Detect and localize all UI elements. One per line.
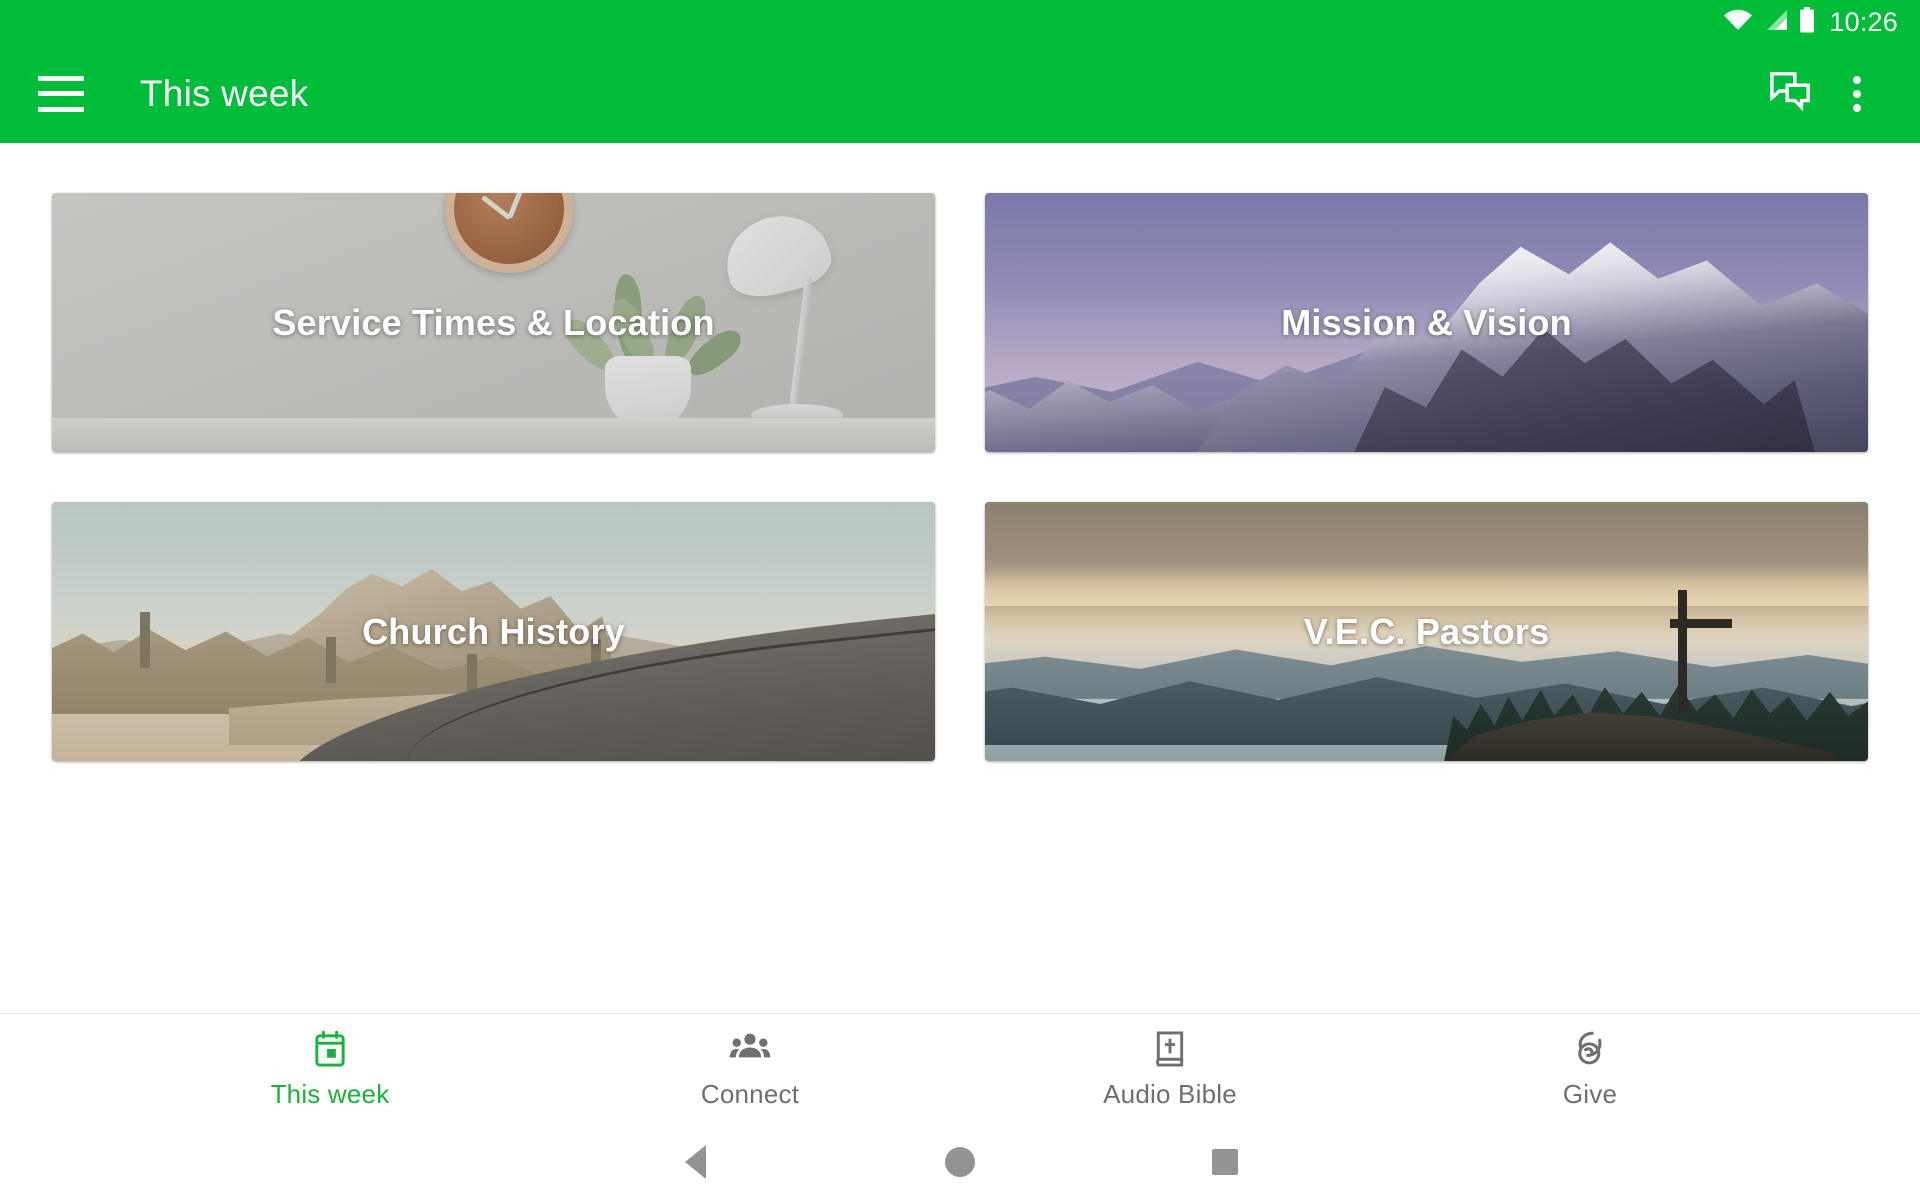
more-options-button[interactable] [1824, 61, 1890, 127]
bottom-nav-label: Give [1562, 1078, 1618, 1109]
bottom-nav-item-connect[interactable]: Connect [675, 1028, 825, 1110]
bible-book-icon [1153, 1028, 1187, 1070]
status-bar: 10:26 [0, 0, 1920, 44]
card-service-times-location[interactable]: Service Times & Location [52, 193, 935, 452]
card-church-history[interactable]: Church History [52, 502, 935, 761]
wifi-icon [1723, 9, 1753, 36]
card-title: Church History [362, 610, 625, 652]
circle-home-icon [945, 1146, 975, 1177]
cloud-band-decoration [985, 502, 1868, 580]
bottom-nav-label: Connect [700, 1078, 800, 1109]
bottom-nav-label: This week [270, 1078, 390, 1109]
giving-hand-icon [1572, 1028, 1608, 1070]
calendar-icon [312, 1028, 348, 1070]
messages-button[interactable] [1758, 61, 1824, 127]
android-system-navigation [0, 1123, 1920, 1200]
card-row-1: Service Times & Location Mission & Visio… [52, 193, 1868, 452]
bottom-nav-item-audio-bible[interactable]: Audio Bible [1095, 1028, 1245, 1110]
hamburger-menu-icon[interactable] [38, 75, 84, 112]
bottom-nav-label: Audio Bible [1103, 1078, 1237, 1109]
card-title: V.E.C. Pastors [1303, 610, 1550, 652]
square-recents-icon [1212, 1148, 1238, 1175]
card-title: Service Times & Location [272, 301, 715, 343]
card-title: Mission & Vision [1281, 301, 1572, 343]
bottom-nav-item-this-week[interactable]: This week [255, 1028, 405, 1110]
page-title: This week [140, 72, 309, 114]
chat-bubbles-icon [1768, 70, 1814, 117]
bottom-navigation-bar: This week Connect Audio Bible Give [0, 1013, 1920, 1123]
app-bar: This week [0, 44, 1920, 143]
people-group-icon [729, 1028, 771, 1070]
recents-button[interactable] [1093, 1148, 1358, 1175]
card-vec-pastors[interactable]: V.E.C. Pastors [985, 502, 1868, 761]
card-row-2: Church History V.E.C. Pastors [52, 502, 1868, 761]
overflow-menu-icon [1853, 75, 1861, 112]
battery-icon [1799, 6, 1815, 38]
cell-signal-icon [1763, 9, 1789, 36]
status-bar-icons [1723, 6, 1815, 38]
home-button[interactable] [828, 1146, 1093, 1177]
status-bar-clock: 10:26 [1829, 6, 1898, 37]
triangle-back-icon [684, 1144, 706, 1179]
bottom-nav-item-give[interactable]: Give [1515, 1028, 1665, 1110]
android-app-screen: 10:26 This week Service Times & Location… [0, 0, 1920, 1200]
yucca-decoration [467, 653, 477, 694]
card-grid: Service Times & Location Mission & Visio… [0, 143, 1920, 1013]
card-mission-vision[interactable]: Mission & Vision [985, 193, 1868, 452]
back-button[interactable] [563, 1144, 828, 1179]
